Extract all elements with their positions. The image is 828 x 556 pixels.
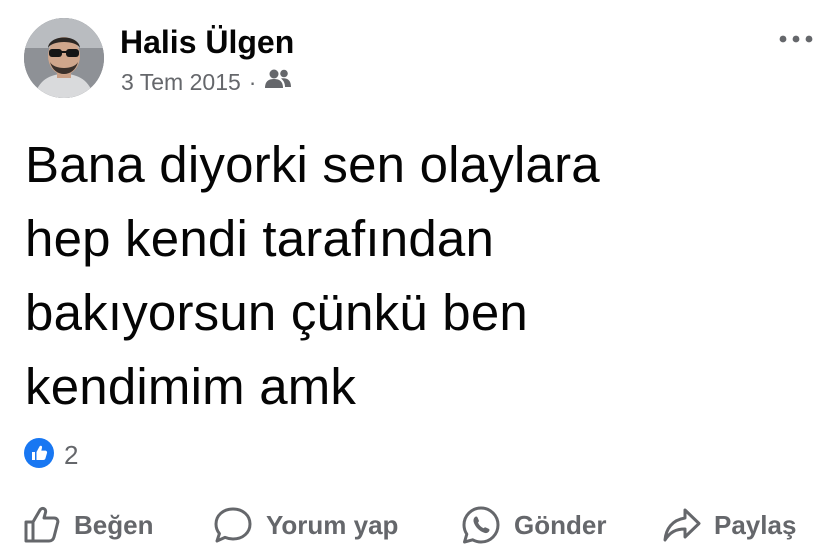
reactions-summary[interactable]: 2 (24, 438, 78, 473)
share-button[interactable]: Paylaş (662, 500, 796, 550)
reaction-count: 2 (64, 440, 79, 470)
send-button[interactable]: Gönder (460, 500, 606, 550)
comment-label: Yorum yap (266, 509, 399, 540)
post-header: Halis Ülgen 3 Tem 2015 · (24, 18, 814, 102)
like-button[interactable]: Beğen (22, 500, 153, 550)
post-date[interactable]: 3 Tem 2015 (121, 69, 241, 96)
thumbs-up-icon (22, 505, 62, 545)
send-label: Gönder (514, 509, 607, 540)
avatar[interactable] (24, 18, 104, 98)
post-actions-bar: Beğen Yorum yap Gönder Paylaş (22, 500, 812, 552)
profile-photo (24, 18, 104, 98)
comment-icon (212, 505, 254, 545)
share-label: Paylaş (714, 509, 797, 540)
whatsapp-icon (460, 504, 502, 546)
author-name[interactable]: Halis Ülgen (120, 24, 294, 61)
meta-separator: · (248, 68, 257, 95)
post-meta: 3 Tem 2015 · (121, 68, 292, 96)
post-text: Bana diyorki sen olaylara hep kendi tara… (25, 136, 600, 415)
friends-icon[interactable] (264, 68, 292, 96)
like-label: Beğen (74, 509, 154, 540)
like-reaction-icon (24, 438, 54, 473)
share-arrow-icon (662, 505, 702, 545)
more-options-icon[interactable] (778, 32, 814, 44)
comment-button[interactable]: Yorum yap (212, 500, 398, 550)
